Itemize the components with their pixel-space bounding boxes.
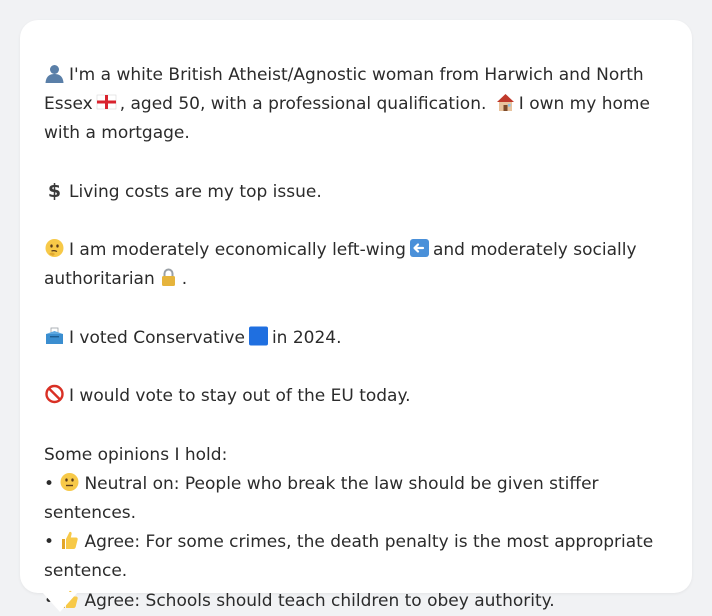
bullet-marker: •: [44, 532, 55, 553]
opinion-stance: Agree:: [84, 590, 141, 611]
opinion-item: • Agree: Schools should teach children t…: [44, 587, 668, 616]
house-icon: [495, 92, 516, 112]
bust-silhouette-icon: [44, 63, 65, 83]
england-flag-icon: [96, 92, 117, 112]
identity-paragraph: I'm a white British Atheist/Agnostic wom…: [44, 61, 668, 149]
blue-square-icon: [248, 326, 269, 346]
thinking-face-icon: [44, 238, 65, 258]
bullet-marker: •: [44, 473, 55, 494]
vote-text: I voted Conservative: [69, 327, 245, 348]
top-issue-paragraph: $ Living costs are my top issue.: [44, 178, 668, 207]
lock-icon: [158, 267, 179, 287]
profile-card: I'm a white British Atheist/Agnostic wom…: [20, 20, 692, 611]
opinion-item: • Neutral on: People who break the law s…: [44, 470, 668, 528]
opinion-item: • Agree: For some crimes, the death pena…: [44, 528, 668, 586]
vote-year-text: in 2024.: [271, 327, 342, 348]
left-arrow-icon: [409, 238, 430, 258]
eu-paragraph: I would vote to stay out of the EU today…: [44, 382, 668, 411]
identity-suffix: , aged 50, with a professional qualifica…: [119, 94, 487, 115]
political-position-paragraph: I am moderately economically left-wing a…: [44, 236, 668, 294]
opinion-text: Schools should teach children to obey au…: [145, 590, 555, 611]
top-issue-text: Living costs are my top issue.: [69, 181, 322, 202]
speech-bubble-tail: [42, 592, 78, 612]
economic-position-text: I am moderately economically left-wing: [69, 240, 406, 261]
opinions-heading: Some opinions I hold:: [44, 444, 228, 465]
eu-text: I would vote to stay out of the EU today…: [69, 386, 411, 407]
thumbs-up-icon: [59, 530, 80, 550]
ballot-box-icon: [44, 326, 65, 346]
neutral-face-icon: [59, 472, 80, 492]
dollar-sign-icon: $: [44, 180, 65, 200]
opinion-stance: Agree:: [84, 532, 141, 553]
opinion-stance: Neutral on:: [84, 473, 180, 494]
position-period: .: [181, 269, 188, 290]
vote-paragraph: I voted Conservative in 2024.: [44, 324, 668, 353]
prohibited-icon: [44, 384, 65, 404]
svg-text:$: $: [48, 180, 61, 200]
